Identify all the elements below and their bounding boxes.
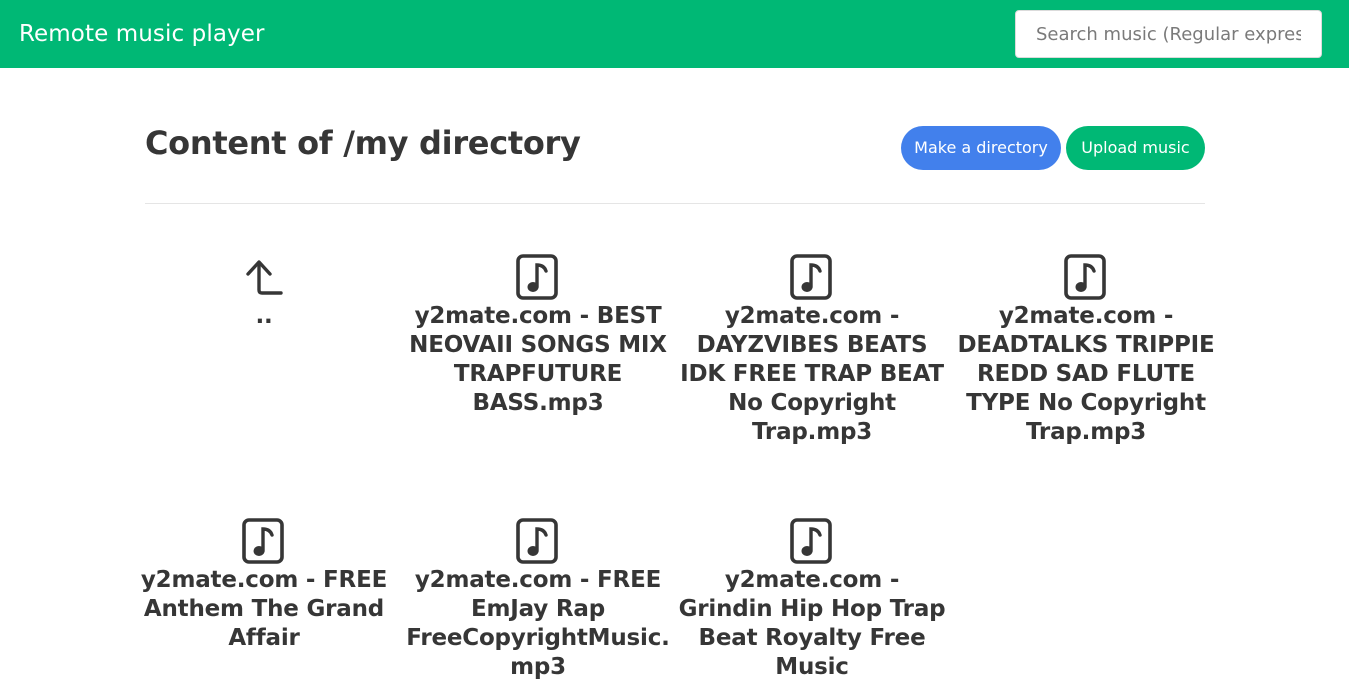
- music-file-icon: [242, 518, 284, 564]
- item-name: y2mate.com - DEADTALKS TRIPPIE REDD SAD …: [957, 303, 1215, 445]
- arrow-up-left-icon: [246, 260, 283, 295]
- music-file-item[interactable]: y2mate.com - Grindin Hip Hop Trap Beat R…: [672, 518, 952, 682]
- music-file-item[interactable]: y2mate.com - BEST NEOVAII SONGS MIX TRAP…: [398, 254, 678, 418]
- item-name: y2mate.com - FREE Anthem The Grand Affai…: [140, 567, 388, 651]
- music-file-item[interactable]: y2mate.com - FREE EmJay Rap FreeCopyrigh…: [398, 518, 678, 682]
- item-name: ..: [255, 303, 273, 329]
- music-file-item[interactable]: y2mate.com - FREE Anthem The Grand Affai…: [124, 518, 404, 653]
- page-title: Content of /my directory: [145, 124, 581, 162]
- app-brand[interactable]: Remote music player: [19, 19, 265, 49]
- music-file-icon: [516, 518, 558, 564]
- music-file-item[interactable]: y2mate.com - DEADTALKS TRIPPIE REDD SAD …: [946, 254, 1226, 447]
- music-file-icon: [1064, 254, 1106, 300]
- music-file-icon: [790, 254, 832, 300]
- parent-directory-item[interactable]: ..: [124, 254, 404, 331]
- make-directory-button[interactable]: Make a directory: [901, 126, 1061, 170]
- item-name: y2mate.com - DAYZVIBES BEATS IDK FREE TR…: [680, 303, 944, 445]
- header-divider: [145, 203, 1205, 204]
- item-name: y2mate.com - FREE EmJay Rap FreeCopyrigh…: [406, 567, 670, 680]
- upload-music-button[interactable]: Upload music: [1066, 126, 1205, 170]
- item-name: y2mate.com - Grindin Hip Hop Trap Beat R…: [678, 567, 946, 680]
- top-navbar: Remote music player: [0, 0, 1349, 68]
- search-input[interactable]: [1015, 10, 1322, 58]
- item-name: y2mate.com - BEST NEOVAII SONGS MIX TRAP…: [409, 303, 667, 416]
- music-file-icon: [790, 518, 832, 564]
- music-file-icon: [516, 254, 558, 300]
- music-file-item[interactable]: y2mate.com - DAYZVIBES BEATS IDK FREE TR…: [672, 254, 952, 447]
